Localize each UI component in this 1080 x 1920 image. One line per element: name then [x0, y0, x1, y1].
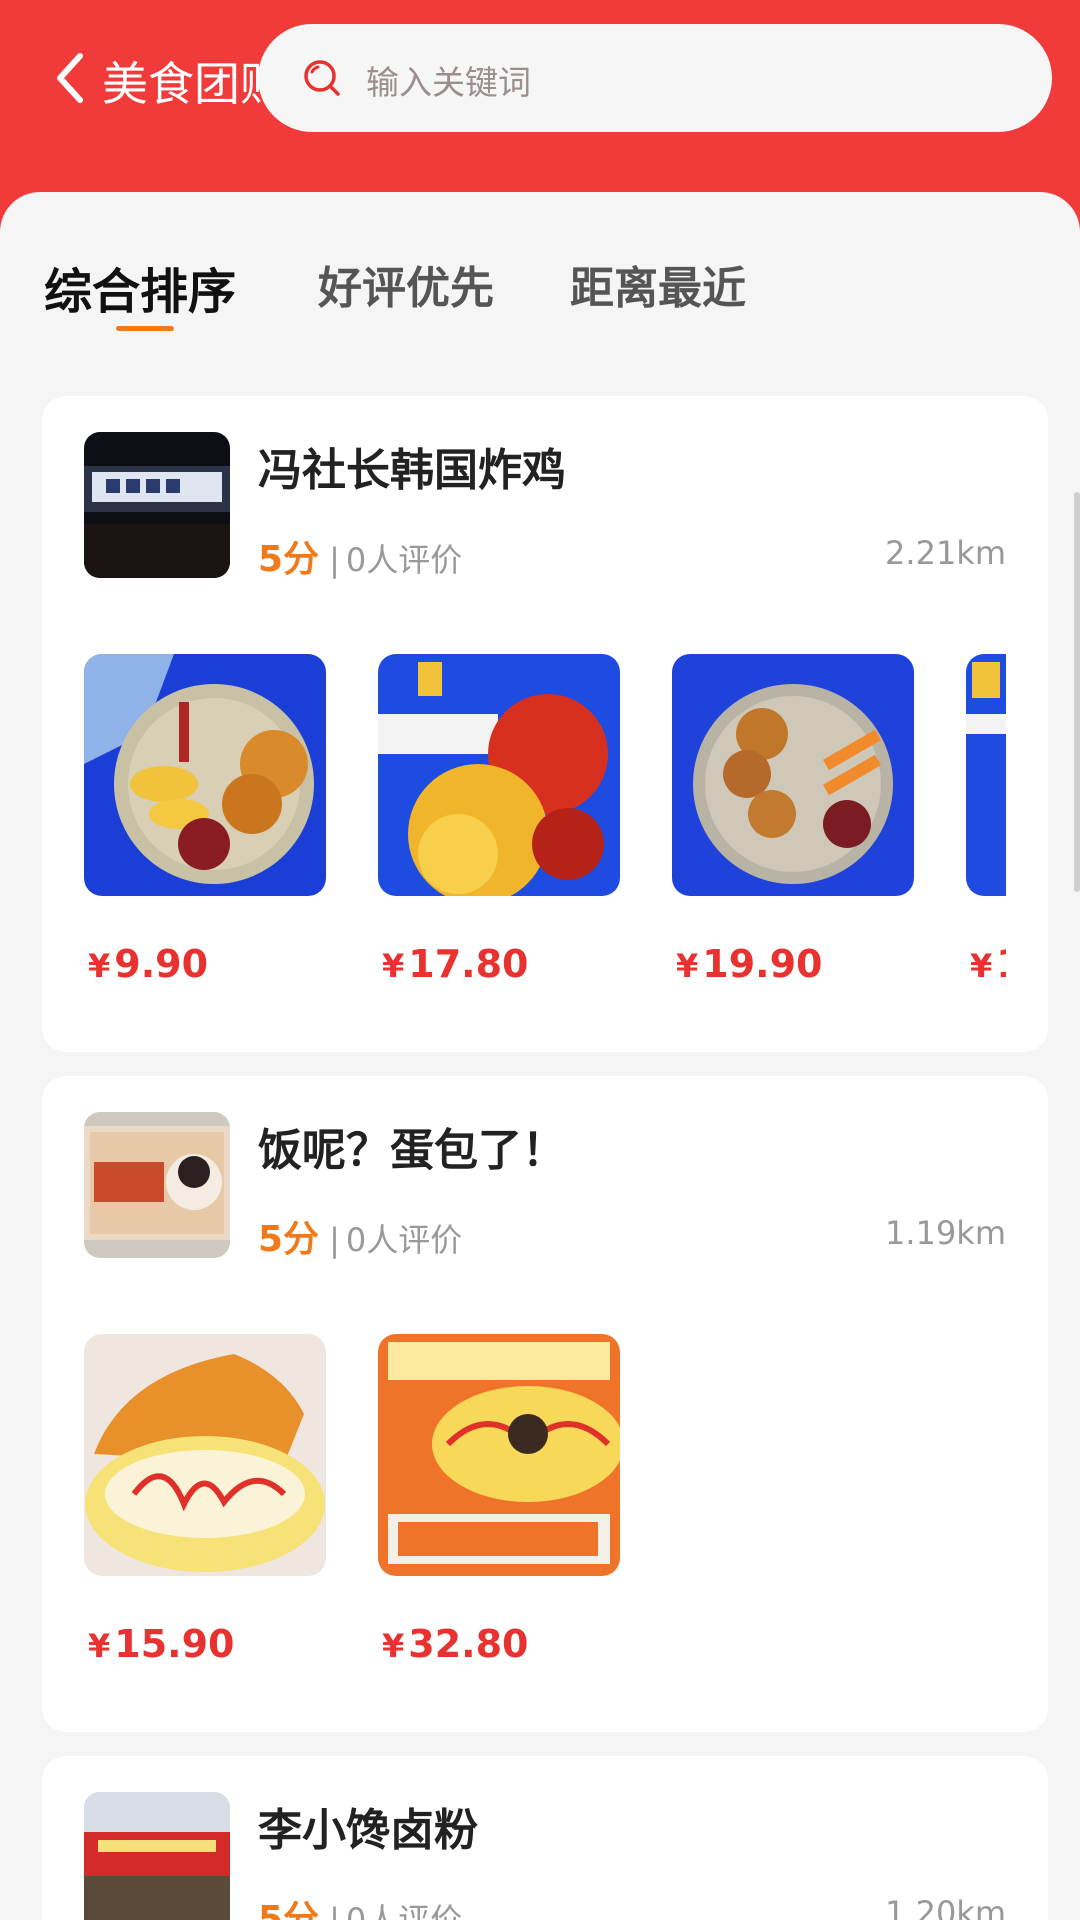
distance: 2.21km — [885, 534, 1006, 572]
search-icon — [304, 60, 340, 96]
product-price: ¥19.90 — [676, 942, 823, 986]
shop-card[interactable]: 冯社长韩国炸鸡 5分 | 0人评价 2.21km ¥ 9.90 ¥ 17.80 … — [42, 396, 1048, 1052]
search-input[interactable]: 输入关键词 — [258, 24, 1052, 132]
product-item[interactable]: ¥17.80 — [378, 654, 620, 994]
product-image — [84, 1334, 326, 1576]
scrollbar[interactable] — [1074, 492, 1080, 892]
shop-thumbnail — [84, 1792, 230, 1920]
product-image — [672, 654, 914, 896]
distance: 1.19km — [885, 1214, 1006, 1252]
product-item[interactable]: ¥1 — [966, 654, 1006, 994]
shop-thumbnail — [84, 1112, 230, 1258]
rating-separator: | — [329, 541, 340, 579]
product-image — [378, 654, 620, 896]
product-price: ¥1 — [970, 942, 1006, 986]
search-placeholder: 输入关键词 — [366, 63, 531, 102]
product-item[interactable]: ¥19.90 — [672, 654, 914, 994]
product-item[interactable]: ¥15.90 — [84, 1334, 326, 1674]
tab-nearest[interactable]: 距离最近 — [570, 252, 746, 316]
active-tab-indicator — [116, 326, 174, 331]
product-image — [84, 654, 326, 896]
shop-name: 饭呢？蛋包了！ — [258, 1125, 566, 1176]
shop-name: 冯社长韩国炸鸡 — [258, 445, 566, 496]
rating-row: 5分 | 0人评价 — [258, 1890, 462, 1920]
tab-best-rated[interactable]: 好评优先 — [318, 252, 494, 316]
shop-card[interactable]: 李小馋卤粉 5分 | 0人评价 1.20km — [42, 1756, 1048, 1920]
product-price: ¥15.90 — [88, 1622, 235, 1666]
tab-comprehensive-sort[interactable]: 综合排序 — [44, 252, 236, 322]
product-price: ¥9.90 — [88, 942, 209, 986]
rating-score: 5分 — [258, 539, 320, 580]
product-image — [378, 1334, 620, 1576]
main-content: 综合排序 好评优先 距离最近 冯社长韩国炸鸡 5分|0人评价 2.21km — [0, 192, 1080, 1920]
product-item[interactable]: ¥32.80 — [378, 1334, 620, 1674]
distance: 1.20km — [885, 1894, 1006, 1920]
product-item[interactable]: ¥9.90 — [84, 654, 326, 994]
review-count: 0人评价 — [345, 541, 463, 579]
rating-score: 5分 — [258, 1899, 320, 1920]
review-count: 0人评价 — [345, 1901, 463, 1920]
chevron-left-icon[interactable] — [52, 50, 88, 106]
product-price: ¥17.80 — [382, 942, 529, 986]
product-list[interactable]: ¥15.90 ¥32.80 — [84, 1334, 1006, 1674]
rating-row: 5分 | 0人评价 — [258, 530, 462, 582]
shop-card[interactable]: 饭呢？蛋包了！ 5分 | 0人评价 1.19km ¥15.90 ¥ 32.80 — [42, 1076, 1048, 1732]
rating-separator: | — [329, 1221, 340, 1259]
review-count: 0人评价 — [345, 1221, 463, 1259]
product-price: ¥32.80 — [382, 1622, 529, 1666]
rating-separator: | — [329, 1901, 340, 1920]
rating-row: 5分 | 0人评价 — [258, 1210, 462, 1262]
sort-tabs: 综合排序 好评优先 距离最近 — [0, 252, 1080, 332]
shop-thumbnail — [84, 432, 230, 578]
rating-score: 5分 — [258, 1219, 320, 1260]
shop-name: 李小馋卤粉 — [258, 1805, 478, 1856]
product-image — [966, 654, 1006, 896]
page-title: 美食团购 — [102, 57, 272, 111]
product-list[interactable]: ¥9.90 ¥17.80 ¥ 19.90 ¥ — [84, 654, 1006, 994]
